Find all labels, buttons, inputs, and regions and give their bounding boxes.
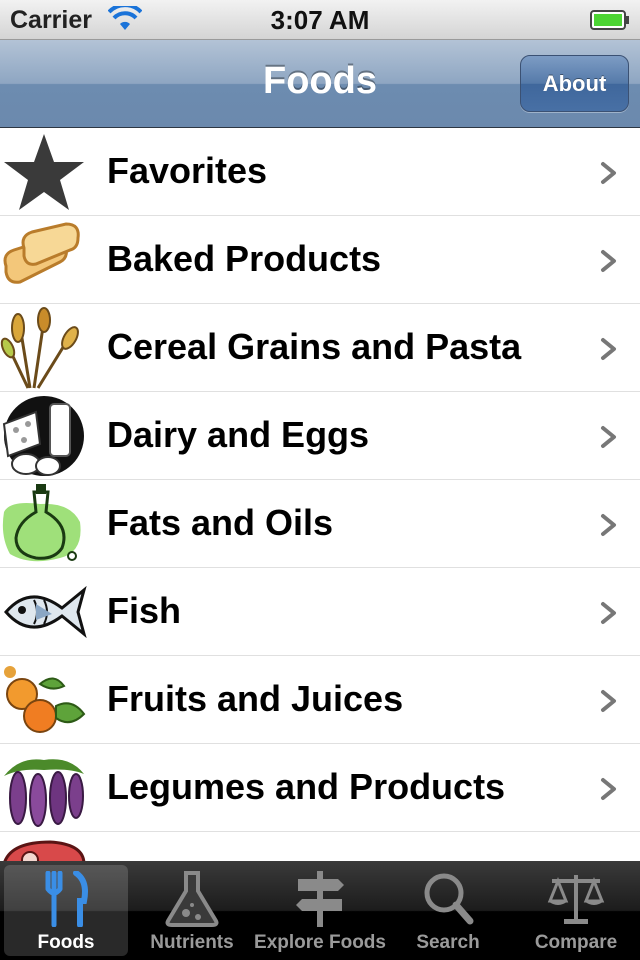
status-time: 3:07 AM [270, 5, 370, 35]
chevron-right-icon [601, 514, 616, 536]
chevron-right-icon [601, 426, 616, 448]
navigation-bar: Foods About [0, 40, 640, 128]
dairy-icon [2, 396, 84, 476]
signpost-icon [296, 871, 344, 927]
bread-icon [3, 222, 80, 284]
legumes-icon [4, 759, 84, 827]
list-item-legumes-and-products[interactable]: Legumes and Products [0, 744, 640, 832]
tab-foods[interactable]: Foods [4, 865, 128, 956]
list-item-label: Cereal Grains and Pasta [107, 326, 522, 367]
chevron-right-icon [601, 602, 616, 624]
tab-label: Foods [37, 932, 95, 953]
star-icon [4, 134, 84, 210]
list-item-label: Fish [107, 590, 182, 631]
fork-knife-icon [45, 871, 88, 927]
list-item-fruits-and-juices[interactable]: Fruits and Juices [0, 656, 640, 744]
list-item-baked-products[interactable]: Baked Products [0, 216, 640, 304]
list-item-cereal-grains-and-pasta[interactable]: Cereal Grains and Pasta [0, 304, 640, 392]
list-item-label: Legumes and Products [107, 766, 506, 807]
tab-nutrients[interactable]: Nutrients [130, 865, 254, 956]
status-bar: Carrier 3:07 AM [0, 0, 640, 40]
list-item-label: Favorites [107, 150, 268, 191]
fish-icon [4, 585, 87, 639]
tab-label: Compare [534, 932, 618, 953]
list-item-label: Fats and Oils [107, 502, 334, 543]
about-button[interactable]: About [520, 55, 629, 112]
chevron-right-icon [601, 338, 616, 360]
tab-search[interactable]: Search [386, 865, 510, 956]
chevron-right-icon [601, 690, 616, 712]
scales-icon [547, 875, 605, 924]
food-category-list: Favorites Baked Products Cereal Grains a… [0, 128, 640, 861]
list-item-label: Fruits and Juices [107, 678, 404, 719]
chevron-right-icon [601, 778, 616, 800]
wheat-icon [0, 307, 79, 389]
tab-explore-foods[interactable]: Explore Foods [254, 865, 386, 956]
tab-compare[interactable]: Compare [514, 865, 638, 956]
oil-bottle-icon [2, 484, 81, 562]
list-item-fish[interactable]: Fish [0, 568, 640, 656]
list-item-favorites[interactable]: Favorites [0, 128, 640, 216]
list-item-meat[interactable] [0, 832, 640, 861]
tab-bar: Foods Nutrients Explore Foods Search Com… [0, 861, 640, 960]
meat-icon [3, 840, 86, 861]
chevron-right-icon [601, 250, 616, 272]
fruit-icon [4, 666, 86, 733]
tab-label: Nutrients [150, 932, 234, 953]
battery-icon [590, 10, 629, 30]
tab-label: Search [416, 932, 480, 953]
list-item-label: Dairy and Eggs [107, 414, 370, 455]
chevron-right-icon [601, 162, 616, 184]
magnifier-icon [424, 873, 474, 925]
list-item-label: Baked Products [107, 238, 382, 279]
tab-label: Explore Foods [254, 932, 386, 953]
list-item-dairy-and-eggs[interactable]: Dairy and Eggs [0, 392, 640, 480]
list-item-fats-and-oils[interactable]: Fats and Oils [0, 480, 640, 568]
flask-icon [165, 871, 219, 927]
